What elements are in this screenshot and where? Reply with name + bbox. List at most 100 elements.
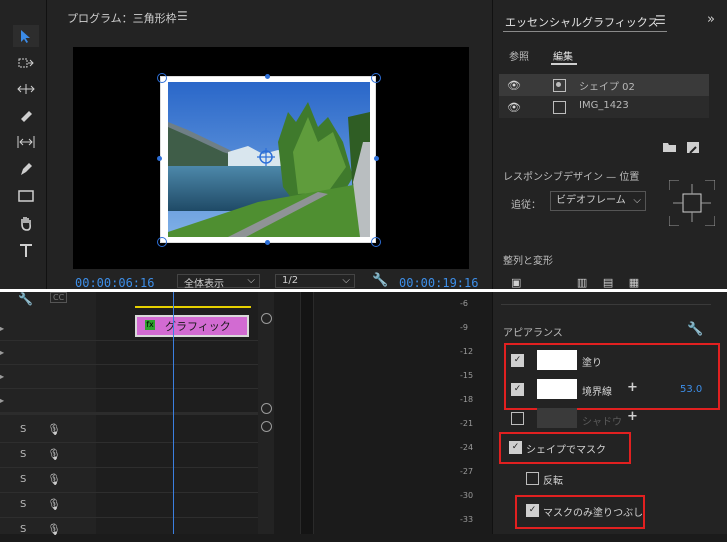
- slip-icon[interactable]: [13, 131, 39, 153]
- scroll-handle-icon[interactable]: [261, 403, 272, 414]
- playhead[interactable]: [173, 292, 174, 534]
- corner-handle-br[interactable]: [371, 237, 381, 247]
- cc-icon[interactable]: CC: [50, 292, 68, 303]
- shadow-label: シャドウ: [582, 417, 622, 428]
- corner-handle-tl[interactable]: [157, 73, 167, 83]
- align-icon[interactable]: ▣: [511, 276, 527, 289]
- selection-tool-icon[interactable]: [13, 25, 39, 47]
- add-stroke-icon[interactable]: +: [627, 380, 638, 395]
- solo-button[interactable]: S: [20, 499, 26, 510]
- new-layer-icon[interactable]: [687, 142, 699, 156]
- invert-checkbox[interactable]: [526, 472, 539, 485]
- razor-icon[interactable]: [13, 104, 39, 126]
- audio-track-row[interactable]: S 🎙: [0, 418, 258, 443]
- current-timecode[interactable]: 00:00:06:16: [75, 276, 154, 290]
- meter-scale-label: -27: [460, 467, 474, 476]
- layer-row[interactable]: 👁 IMG_1423: [499, 96, 709, 118]
- clip-layer-icon: [553, 101, 566, 114]
- add-shadow-icon[interactable]: +: [627, 409, 638, 424]
- pen-icon[interactable]: [13, 158, 39, 180]
- hand-icon[interactable]: [13, 212, 39, 234]
- stroke-width-value[interactable]: 53.0: [680, 384, 702, 395]
- edge-handle-right[interactable]: [374, 156, 379, 161]
- layer-row[interactable]: 👁 シェイプ 02: [499, 74, 709, 96]
- ripple-edit-icon[interactable]: [13, 78, 39, 100]
- responsive-design-label: レスポンシブデザイン — 位置: [503, 172, 640, 183]
- stroke-label: 境界線: [582, 387, 612, 398]
- wrench-icon[interactable]: 🔧: [18, 292, 33, 306]
- fill-label: 塗り: [582, 358, 602, 369]
- audio-track-row[interactable]: S 🎙: [0, 468, 258, 493]
- folder-icon[interactable]: [663, 142, 676, 155]
- corner-handle-tr[interactable]: [371, 73, 381, 83]
- stroke-checkbox[interactable]: ✓: [511, 383, 524, 396]
- layer-name: IMG_1423: [579, 100, 629, 111]
- microphone-icon[interactable]: 🎙: [47, 473, 61, 486]
- triangle-right-icon: ▶: [0, 372, 5, 381]
- panel-overflow-icon[interactable]: »: [707, 12, 715, 27]
- audio-track-row[interactable]: S 🎙: [0, 443, 258, 468]
- microphone-icon[interactable]: 🎙: [47, 423, 61, 436]
- follow-select[interactable]: ビデオフレーム ⌵: [550, 191, 646, 211]
- video-track-row[interactable]: ▶: [0, 364, 258, 389]
- fill-color-swatch[interactable]: [537, 350, 577, 370]
- work-area-bar[interactable]: [135, 306, 251, 308]
- mask-fill-only-checkbox[interactable]: ✓: [526, 504, 539, 517]
- hamburger-icon[interactable]: ☰: [177, 9, 188, 23]
- section-divider: [501, 304, 711, 305]
- video-track-row[interactable]: ▶: [0, 388, 258, 415]
- resolution-select[interactable]: 1/2 ⌵: [275, 274, 355, 288]
- type-icon[interactable]: [13, 239, 39, 261]
- tab-browse[interactable]: 参照: [509, 48, 529, 63]
- video-canvas[interactable]: [73, 47, 469, 269]
- tab-edit[interactable]: 編集: [553, 48, 573, 63]
- audio-track-row[interactable]: S 🎙: [0, 518, 258, 542]
- align-bottom-icon[interactable]: ▦: [629, 276, 645, 289]
- microphone-icon[interactable]: 🎙: [47, 448, 61, 461]
- scroll-handle-icon[interactable]: [261, 421, 272, 432]
- align-middle-icon[interactable]: ▤: [603, 276, 619, 289]
- edge-handle-bottom[interactable]: [265, 240, 270, 245]
- microphone-icon[interactable]: 🎙: [47, 498, 61, 511]
- audio-meter-bar: [300, 292, 314, 534]
- bottom-area: 🔧 CC ▶ ▶ ▶ ▶ S 🎙 S 🎙 S 🎙 S 🎙 S 🎙 fx グラフィ…: [0, 292, 727, 536]
- mask-with-shape-checkbox[interactable]: ✓: [509, 441, 522, 454]
- microphone-icon[interactable]: 🎙: [47, 523, 61, 536]
- edge-handle-top[interactable]: [265, 74, 270, 79]
- audio-track-row[interactable]: S 🎙: [0, 493, 258, 518]
- solo-button[interactable]: S: [20, 524, 26, 535]
- hamburger-icon[interactable]: ☰: [655, 13, 666, 27]
- track-select-icon[interactable]: [13, 52, 39, 74]
- wrench-icon[interactable]: 🔧: [687, 322, 703, 337]
- pin-to-widget[interactable]: [668, 179, 716, 227]
- chevron-down-icon: ⌵: [247, 275, 255, 286]
- edge-handle-left[interactable]: [157, 156, 162, 161]
- zoom-select[interactable]: 全体表示 ⌵: [177, 274, 260, 290]
- solo-button[interactable]: S: [20, 449, 26, 460]
- corner-handle-bl[interactable]: [157, 237, 167, 247]
- meter-scale-label: -12: [460, 347, 474, 356]
- scroll-handle-icon[interactable]: [261, 313, 272, 324]
- rectangle-icon[interactable]: [13, 185, 39, 207]
- fx-badge: fx: [145, 320, 155, 330]
- chevron-down-icon: ⌵: [633, 195, 641, 206]
- graphic-clip[interactable]: fx グラフィック: [135, 315, 249, 337]
- solo-button[interactable]: S: [20, 424, 26, 435]
- meter-scale-label: -33: [460, 515, 474, 524]
- meter-scale-label: -24: [460, 443, 474, 452]
- top-area: プログラム：三角形枠 ☰ 00:00:06:16 全体表示 ⌵ 1/2 ⌵ 🔧 …: [0, 0, 727, 290]
- program-monitor-title: プログラム：三角形枠: [67, 12, 177, 25]
- stroke-color-swatch[interactable]: [537, 379, 577, 399]
- align-top-icon[interactable]: ▥: [577, 276, 593, 289]
- solo-button[interactable]: S: [20, 474, 26, 485]
- shadow-color-swatch[interactable]: [537, 408, 577, 428]
- video-track-row[interactable]: ▶: [0, 340, 258, 365]
- shadow-checkbox[interactable]: [511, 412, 524, 425]
- anchor-point-icon[interactable]: [257, 148, 275, 166]
- eye-icon[interactable]: 👁: [507, 79, 521, 92]
- fill-checkbox[interactable]: ✓: [511, 354, 524, 367]
- wrench-icon[interactable]: 🔧: [372, 273, 388, 288]
- eye-icon[interactable]: 👁: [507, 101, 521, 114]
- align-icons: ▣ ▥ ▤ ▦: [511, 276, 645, 289]
- clip-label: グラフィック: [165, 320, 231, 333]
